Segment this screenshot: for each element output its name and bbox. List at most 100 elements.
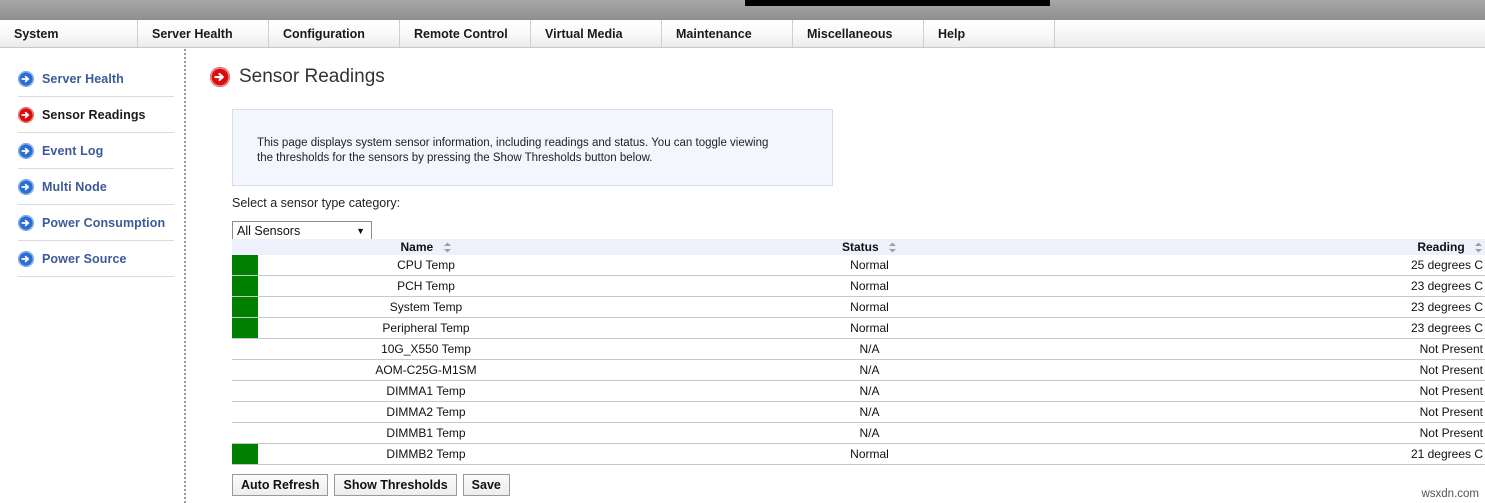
status-led-green bbox=[232, 318, 258, 338]
menu-item-maintenance[interactable]: Maintenance bbox=[662, 20, 793, 47]
sensor-reading: Not Present bbox=[1145, 380, 1485, 402]
sidebar-item-label: Sensor Readings bbox=[42, 107, 146, 122]
sensor-status: N/A bbox=[594, 380, 1145, 402]
menu-item-label: Virtual Media bbox=[545, 26, 623, 41]
menu-item-server-health[interactable]: Server Health bbox=[138, 20, 269, 47]
sensor-readings-table: Name Status Reading CPU Temp Normal 25 d… bbox=[232, 239, 1485, 465]
sensor-name: AOM-C25G-M1SM bbox=[258, 359, 594, 381]
blue-arrow-circle-icon bbox=[18, 214, 34, 231]
menu-item-remote-control[interactable]: Remote Control bbox=[400, 20, 531, 47]
status-led-green bbox=[232, 276, 258, 296]
status-led-cell bbox=[232, 380, 258, 402]
main-menu-bar: System Server Health Configuration Remot… bbox=[0, 20, 1485, 48]
status-led-cell bbox=[232, 255, 258, 276]
menu-item-label: Help bbox=[938, 26, 966, 41]
table-row: DIMMA2 Temp N/A Not Present bbox=[232, 401, 1485, 423]
cropped-window-element bbox=[745, 0, 1050, 6]
menu-item-label: Remote Control bbox=[414, 26, 508, 41]
sensor-reading: Not Present bbox=[1145, 359, 1485, 381]
menu-item-miscellaneous[interactable]: Miscellaneous bbox=[793, 20, 924, 47]
sidebar-item-server-health[interactable]: Server Health bbox=[18, 61, 174, 97]
sensor-status: N/A bbox=[594, 422, 1145, 444]
table-row: System Temp Normal 23 degrees C bbox=[232, 296, 1485, 318]
table-header-row: Name Status Reading bbox=[232, 239, 1485, 255]
menu-item-configuration[interactable]: Configuration bbox=[269, 20, 400, 47]
sensor-reading: Not Present bbox=[1145, 338, 1485, 360]
blue-arrow-circle-icon bbox=[18, 250, 34, 267]
menu-item-virtual-media[interactable]: Virtual Media bbox=[531, 20, 662, 47]
sensor-name: Peripheral Temp bbox=[258, 317, 594, 339]
table-row: DIMMA1 Temp N/A Not Present bbox=[232, 380, 1485, 402]
table-header-led bbox=[232, 239, 258, 255]
sensor-category-select[interactable]: All Sensors ▼ bbox=[232, 221, 372, 241]
status-led-green bbox=[232, 297, 258, 317]
status-led-none bbox=[232, 423, 258, 443]
sensor-status: Normal bbox=[594, 443, 1145, 465]
sensor-name: System Temp bbox=[258, 296, 594, 318]
menu-item-help[interactable]: Help bbox=[924, 20, 1055, 47]
save-button[interactable]: Save bbox=[462, 474, 510, 496]
menu-item-label: Maintenance bbox=[676, 26, 752, 41]
sensor-reading: Not Present bbox=[1145, 422, 1485, 444]
auto-refresh-button[interactable]: Auto Refresh bbox=[232, 474, 329, 496]
sensor-name: DIMMA1 Temp bbox=[258, 380, 594, 402]
menu-item-system[interactable]: System bbox=[0, 20, 138, 47]
sensor-name: DIMMB1 Temp bbox=[258, 422, 594, 444]
table-header-reading[interactable]: Reading bbox=[1145, 239, 1485, 255]
sensor-name: CPU Temp bbox=[258, 255, 594, 276]
show-thresholds-button[interactable]: Show Thresholds bbox=[334, 474, 457, 496]
sidebar-nav: Server Health Sensor Readings Event Log … bbox=[0, 49, 186, 503]
sensor-status: Normal bbox=[594, 255, 1145, 276]
blue-arrow-circle-icon bbox=[18, 142, 34, 159]
sensor-reading: 25 degrees C bbox=[1145, 255, 1485, 276]
status-led-cell bbox=[232, 317, 258, 339]
status-led-cell bbox=[232, 275, 258, 297]
sort-arrows-icon[interactable] bbox=[888, 242, 897, 253]
table-header-name[interactable]: Name bbox=[258, 239, 594, 255]
menu-item-label: Miscellaneous bbox=[807, 26, 893, 41]
sensor-status: Normal bbox=[594, 317, 1145, 339]
sensor-status: N/A bbox=[594, 401, 1145, 423]
sidebar-item-sensor-readings[interactable]: Sensor Readings bbox=[18, 97, 174, 133]
sensor-name: DIMMB2 Temp bbox=[258, 443, 594, 465]
status-led-cell bbox=[232, 422, 258, 444]
sensor-category-value: All Sensors bbox=[237, 224, 301, 238]
menu-item-label: Server Health bbox=[152, 26, 233, 41]
sidebar-item-label: Multi Node bbox=[42, 179, 107, 194]
sort-arrows-icon[interactable] bbox=[443, 242, 452, 253]
red-arrow-circle-icon bbox=[210, 67, 230, 87]
sensor-status: N/A bbox=[594, 359, 1145, 381]
info-box-text: This page displays system sensor informa… bbox=[257, 137, 769, 164]
status-led-cell bbox=[232, 443, 258, 465]
table-row: PCH Temp Normal 23 degrees C bbox=[232, 275, 1485, 297]
sensor-status: N/A bbox=[594, 338, 1145, 360]
status-led-cell bbox=[232, 338, 258, 360]
sensor-name: DIMMA2 Temp bbox=[258, 401, 594, 423]
table-header-reading-label: Reading bbox=[1417, 240, 1465, 254]
watermark: wsxdn.com bbox=[1421, 488, 1479, 500]
sensor-reading: 23 degrees C bbox=[1145, 275, 1485, 297]
status-led-green bbox=[232, 444, 258, 464]
sidebar-item-power-consumption[interactable]: Power Consumption bbox=[18, 205, 174, 241]
status-led-none bbox=[232, 402, 258, 422]
sensor-reading: 23 degrees C bbox=[1145, 296, 1485, 318]
main-content: Sensor Readings This page displays syste… bbox=[188, 49, 1485, 503]
sidebar-item-event-log[interactable]: Event Log bbox=[18, 133, 174, 169]
table-row: Peripheral Temp Normal 23 degrees C bbox=[232, 317, 1485, 339]
blue-arrow-circle-icon bbox=[18, 178, 34, 195]
status-led-none bbox=[232, 339, 258, 359]
table-header-status[interactable]: Status bbox=[594, 239, 1145, 255]
status-led-none bbox=[232, 381, 258, 401]
status-led-green bbox=[232, 255, 258, 275]
sidebar-item-multi-node[interactable]: Multi Node bbox=[18, 169, 174, 205]
menu-bar-filler bbox=[1055, 20, 1485, 47]
page-title: Sensor Readings bbox=[210, 66, 385, 88]
sidebar-item-label: Power Source bbox=[42, 251, 127, 266]
sidebar-item-power-source[interactable]: Power Source bbox=[18, 241, 174, 277]
sort-arrows-icon[interactable] bbox=[1474, 242, 1483, 253]
sensor-reading: 21 degrees C bbox=[1145, 443, 1485, 465]
sensor-status: Normal bbox=[594, 275, 1145, 297]
sensor-name: 10G_X550 Temp bbox=[258, 338, 594, 360]
sensor-name: PCH Temp bbox=[258, 275, 594, 297]
status-led-cell bbox=[232, 359, 258, 381]
